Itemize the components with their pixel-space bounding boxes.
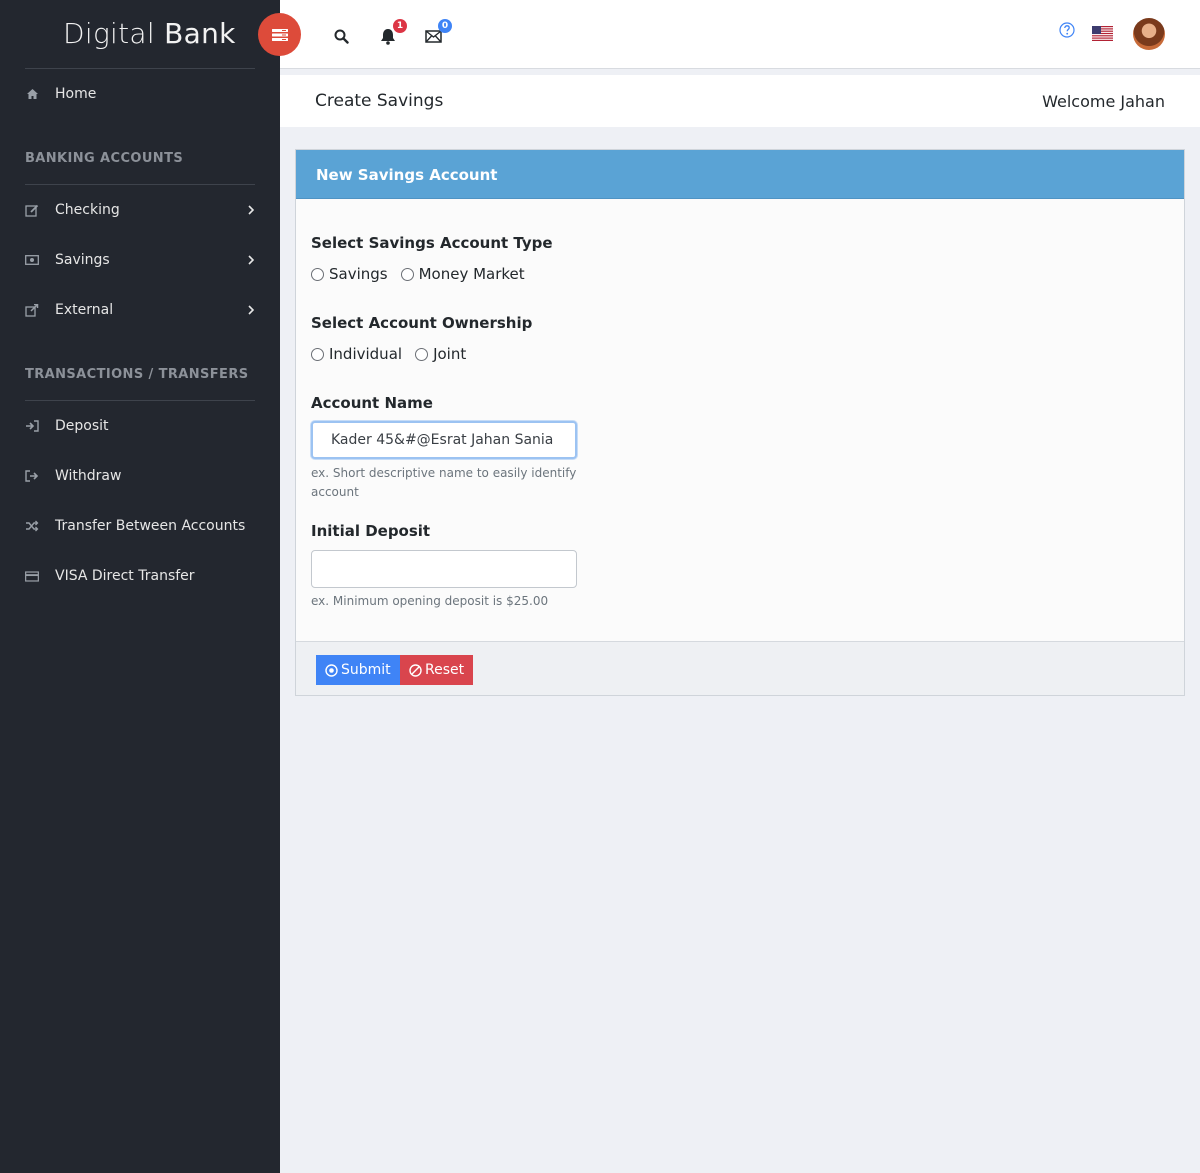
sidebar-item-label: Withdraw — [55, 468, 122, 484]
sign-in-icon — [25, 419, 39, 433]
card-title: New Savings Account — [316, 166, 498, 184]
radio-label: Individual — [329, 345, 403, 363]
envelope-icon — [424, 29, 442, 43]
account-name-help: ex. Short descriptive name to easily ide… — [311, 466, 577, 499]
radio-option-money-market[interactable]: Money Market — [400, 265, 525, 283]
sidebar-item-label: Deposit — [55, 418, 109, 434]
sidebar-item-label: Savings — [55, 252, 110, 268]
menu-toggle-icon — [271, 28, 288, 41]
divider — [25, 184, 255, 185]
help-button[interactable] — [1059, 22, 1075, 38]
radio-option-savings[interactable]: Savings — [311, 265, 388, 283]
ownership-options: Individual Joint — [311, 345, 479, 363]
credit-card-icon — [25, 569, 39, 583]
divider — [25, 400, 255, 401]
us-flag-icon — [1092, 26, 1113, 41]
account-type-options: Savings Money Market — [311, 265, 538, 283]
page-title: Create Savings — [315, 91, 444, 111]
edit-icon — [25, 203, 39, 217]
submit-label: Submit — [341, 662, 391, 678]
sidebar: Digital Bank Home BANKING ACCOUNTS Check… — [0, 0, 280, 1173]
sidebar-item-transfer[interactable]: Transfer Between Accounts — [0, 506, 280, 546]
sidebar-item-visa[interactable]: VISA Direct Transfer — [0, 556, 280, 596]
account-name-label: Account Name — [311, 394, 433, 412]
account-type-label: Select Savings Account Type — [311, 234, 553, 252]
random-icon — [25, 519, 39, 533]
radio-label: Money Market — [418, 265, 525, 283]
menu-toggle-button[interactable] — [258, 13, 301, 56]
messages-button[interactable]: 0 — [424, 19, 452, 43]
radio-individual[interactable] — [311, 347, 324, 361]
card-header: New Savings Account — [296, 150, 1184, 199]
money-icon — [25, 253, 39, 267]
card-footer: Submit Reset — [296, 641, 1184, 695]
radio-label: Joint — [433, 345, 467, 363]
radio-option-joint[interactable]: Joint — [415, 345, 466, 363]
ban-icon — [409, 663, 422, 677]
initial-deposit-help: ex. Minimum opening deposit is $25.00 — [311, 594, 549, 608]
page-header: Create Savings Welcome Jahan — [280, 75, 1200, 127]
radio-money-market[interactable] — [400, 267, 414, 281]
message-count-badge: 0 — [438, 19, 452, 33]
user-avatar[interactable] — [1133, 18, 1165, 50]
sidebar-item-label: Home — [55, 86, 97, 102]
account-name-input[interactable] — [311, 421, 577, 459]
sidebar-item-external[interactable]: External — [0, 290, 280, 330]
dot-circle-icon — [325, 663, 338, 677]
question-circle-icon — [1059, 22, 1075, 38]
notifications-button[interactable]: 1 — [380, 19, 407, 45]
brand-bold: Bank — [164, 17, 236, 50]
language-selector[interactable] — [1092, 26, 1113, 41]
sidebar-item-label: Transfer Between Accounts — [55, 518, 246, 534]
initial-deposit-input[interactable] — [311, 550, 577, 588]
sign-out-icon — [25, 469, 39, 483]
ownership-label: Select Account Ownership — [311, 314, 533, 332]
initial-deposit-label: Initial Deposit — [311, 522, 431, 540]
sidebar-item-label: Checking — [55, 202, 120, 218]
top-navbar: 1 0 — [280, 0, 1200, 69]
radio-savings[interactable] — [311, 267, 324, 281]
brand-logo[interactable]: Digital Bank — [63, 17, 236, 50]
reset-label: Reset — [425, 662, 465, 678]
radio-label: Savings — [329, 265, 388, 283]
chevron-right-icon — [248, 305, 255, 315]
sidebar-item-label: External — [55, 302, 114, 318]
sidebar-item-home[interactable]: Home — [0, 74, 280, 114]
sidebar-item-savings[interactable]: Savings — [0, 240, 280, 280]
reset-button[interactable]: Reset — [400, 655, 474, 685]
sidebar-item-label: VISA Direct Transfer — [55, 568, 195, 584]
brand: Digital Bank — [0, 0, 280, 69]
section-title-transactions: TRANSACTIONS / TRANSFERS — [25, 367, 249, 382]
chevron-right-icon — [248, 255, 255, 265]
new-savings-card: New Savings Account Select Savings Accou… — [295, 149, 1185, 696]
chevron-right-icon — [248, 205, 255, 215]
search-button[interactable] — [333, 28, 349, 44]
external-link-icon — [25, 303, 39, 317]
submit-button[interactable]: Submit — [316, 655, 400, 685]
brand-light: Digital — [63, 17, 155, 50]
section-title-banking: BANKING ACCOUNTS — [25, 151, 184, 166]
home-icon — [25, 87, 39, 101]
sidebar-item-checking[interactable]: Checking — [0, 190, 280, 230]
radio-option-individual[interactable]: Individual — [311, 345, 402, 363]
welcome-message: Welcome Jahan — [1042, 92, 1165, 111]
bell-icon — [381, 29, 395, 45]
radio-joint[interactable] — [415, 347, 429, 361]
notification-count-badge: 1 — [393, 19, 407, 33]
divider — [25, 68, 255, 69]
search-icon — [334, 29, 349, 44]
sidebar-item-withdraw[interactable]: Withdraw — [0, 456, 280, 496]
sidebar-item-deposit[interactable]: Deposit — [0, 406, 280, 446]
